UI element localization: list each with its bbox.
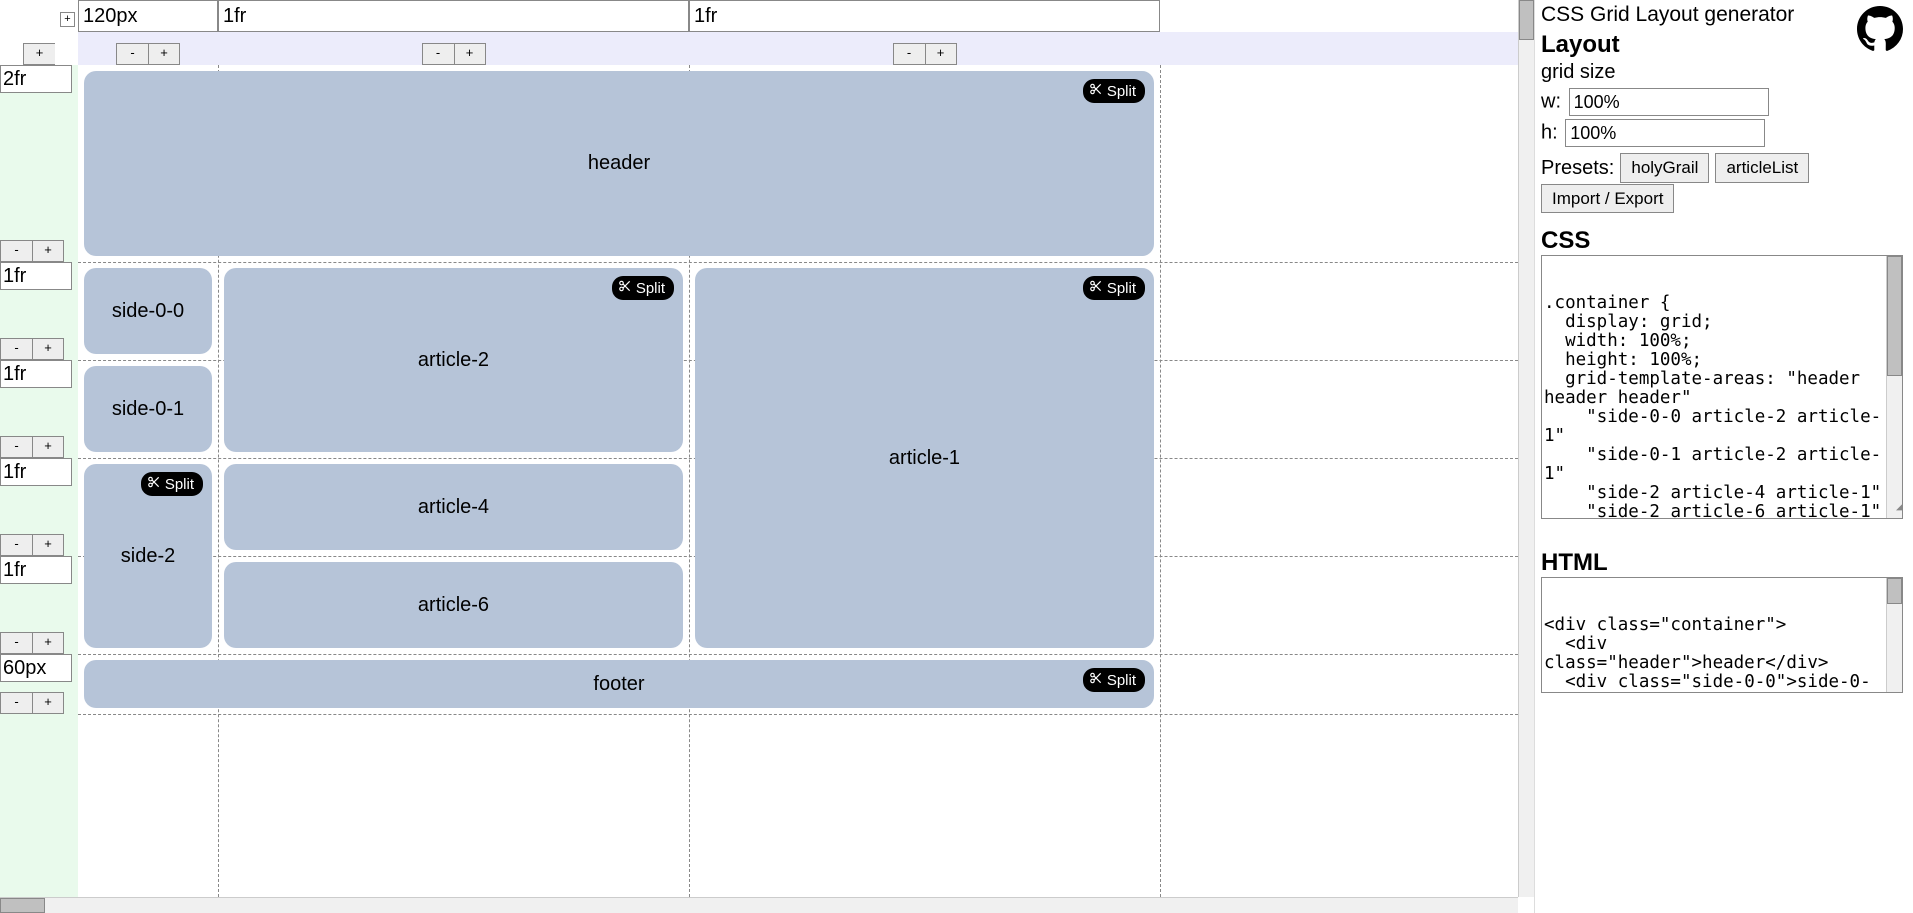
- cell-label: side-0-0: [112, 300, 184, 323]
- import-export-button[interactable]: Import / Export: [1541, 184, 1674, 213]
- css-box-scrollbar[interactable]: [1886, 256, 1902, 518]
- row-remove-4[interactable]: -: [0, 632, 32, 654]
- w-label: w:: [1541, 91, 1561, 113]
- col-add-0[interactable]: +: [148, 43, 180, 65]
- cell-side-0-1[interactable]: side-0-1: [84, 366, 212, 452]
- cell-label: header: [588, 152, 650, 175]
- cell-article-4[interactable]: article-4: [224, 464, 683, 550]
- row-remove-3[interactable]: -: [0, 534, 32, 556]
- cell-article-6[interactable]: article-6: [224, 562, 683, 648]
- col-size-input-2[interactable]: [689, 0, 1160, 32]
- preset-articlelist-button[interactable]: articleList: [1715, 153, 1809, 183]
- col-add-2[interactable]: +: [925, 43, 957, 65]
- cell-label: article-6: [418, 594, 489, 617]
- col-remove-2[interactable]: -: [893, 43, 925, 65]
- cell-header[interactable]: header Split: [84, 71, 1154, 256]
- row-size-input-1[interactable]: [0, 262, 72, 290]
- row-size-input-3[interactable]: [0, 458, 72, 486]
- cell-label: article-4: [418, 496, 489, 519]
- row-size-input-4[interactable]: [0, 556, 72, 584]
- col-size-input-1[interactable]: [218, 0, 689, 32]
- canvas-vscrollbar[interactable]: [1518, 0, 1534, 897]
- cell-footer[interactable]: footer Split: [84, 660, 1154, 708]
- css-output-box[interactable]: .container { display: grid; width: 100%;…: [1541, 255, 1903, 519]
- side-panel: CSS Grid Layout generator Layout grid si…: [1535, 0, 1913, 913]
- layout-heading: Layout: [1541, 31, 1901, 59]
- grid-height-input[interactable]: [1565, 119, 1765, 147]
- cell-side-2[interactable]: side-2 Split: [84, 464, 212, 648]
- resize-grip-icon[interactable]: ◢: [1896, 498, 1902, 517]
- col-size-input-0[interactable]: [78, 0, 218, 32]
- origin-add-button[interactable]: +: [60, 12, 75, 27]
- row-add-1[interactable]: +: [32, 338, 64, 360]
- row-remove-1[interactable]: -: [0, 338, 32, 360]
- split-button-header[interactable]: Split: [1083, 79, 1145, 103]
- preset-holygrail-button[interactable]: holyGrail: [1620, 153, 1709, 183]
- cell-label: side-2: [121, 545, 175, 568]
- scissors-icon: [1089, 279, 1103, 297]
- row-remove-2[interactable]: -: [0, 436, 32, 458]
- scissors-icon: [147, 475, 161, 493]
- row-remove-0[interactable]: -: [0, 240, 32, 262]
- app-title: CSS Grid Layout generator: [1541, 3, 1901, 27]
- cell-side-0-0[interactable]: side-0-0: [84, 268, 212, 354]
- row-remove-5[interactable]: -: [0, 692, 32, 714]
- row-add-3[interactable]: +: [32, 534, 64, 556]
- grid-size-label: grid size: [1541, 61, 1901, 84]
- scissors-icon: [1089, 82, 1103, 100]
- row-size-input-5[interactable]: [0, 654, 72, 682]
- html-heading: HTML: [1541, 549, 1901, 577]
- split-button-footer[interactable]: Split: [1083, 668, 1145, 692]
- cell-article-1[interactable]: article-1 Split: [695, 268, 1154, 648]
- add-row-top-button[interactable]: +: [23, 43, 55, 65]
- col-remove-0[interactable]: -: [116, 43, 148, 65]
- col-add-1[interactable]: +: [454, 43, 486, 65]
- top-row-add: +: [0, 32, 78, 65]
- row-size-input-2[interactable]: [0, 360, 72, 388]
- row-size-input-0[interactable]: [0, 65, 72, 93]
- canvas-hscrollbar[interactable]: [0, 897, 1518, 913]
- html-box-scrollbar[interactable]: [1886, 578, 1902, 692]
- col-remove-1[interactable]: -: [422, 43, 454, 65]
- grid-width-input[interactable]: [1569, 88, 1769, 116]
- row-add-4[interactable]: +: [32, 632, 64, 654]
- row-add-5[interactable]: +: [32, 692, 64, 714]
- split-button-article-1[interactable]: Split: [1083, 276, 1145, 300]
- split-button-side-2[interactable]: Split: [141, 472, 203, 496]
- cell-label: article-2: [418, 349, 489, 372]
- grid-canvas: + + -+-+-+ -+-+-+-+-+-+ headerSplitside-…: [0, 0, 1518, 897]
- scissors-icon: [618, 279, 632, 297]
- cell-label: footer: [593, 673, 644, 696]
- html-output-box[interactable]: <div class="container"> <div class="head…: [1541, 577, 1903, 693]
- scissors-icon: [1089, 671, 1103, 689]
- cell-label: article-1: [889, 447, 960, 470]
- css-output-text: .container { display: grid; width: 100%;…: [1544, 294, 1902, 519]
- presets-label: Presets:: [1541, 157, 1614, 180]
- html-output-text: <div class="container"> <div class="head…: [1544, 616, 1902, 693]
- h-label: h:: [1541, 122, 1558, 144]
- cell-label: side-0-1: [112, 398, 184, 421]
- css-heading: CSS: [1541, 227, 1901, 255]
- row-add-0[interactable]: +: [32, 240, 64, 262]
- row-add-2[interactable]: +: [32, 436, 64, 458]
- cell-article-2[interactable]: article-2 Split: [224, 268, 683, 452]
- split-button-article-2[interactable]: Split: [612, 276, 674, 300]
- github-icon[interactable]: [1857, 6, 1903, 52]
- canvas-wrapper: + + -+-+-+ -+-+-+-+-+-+ headerSplitside-…: [0, 0, 1535, 913]
